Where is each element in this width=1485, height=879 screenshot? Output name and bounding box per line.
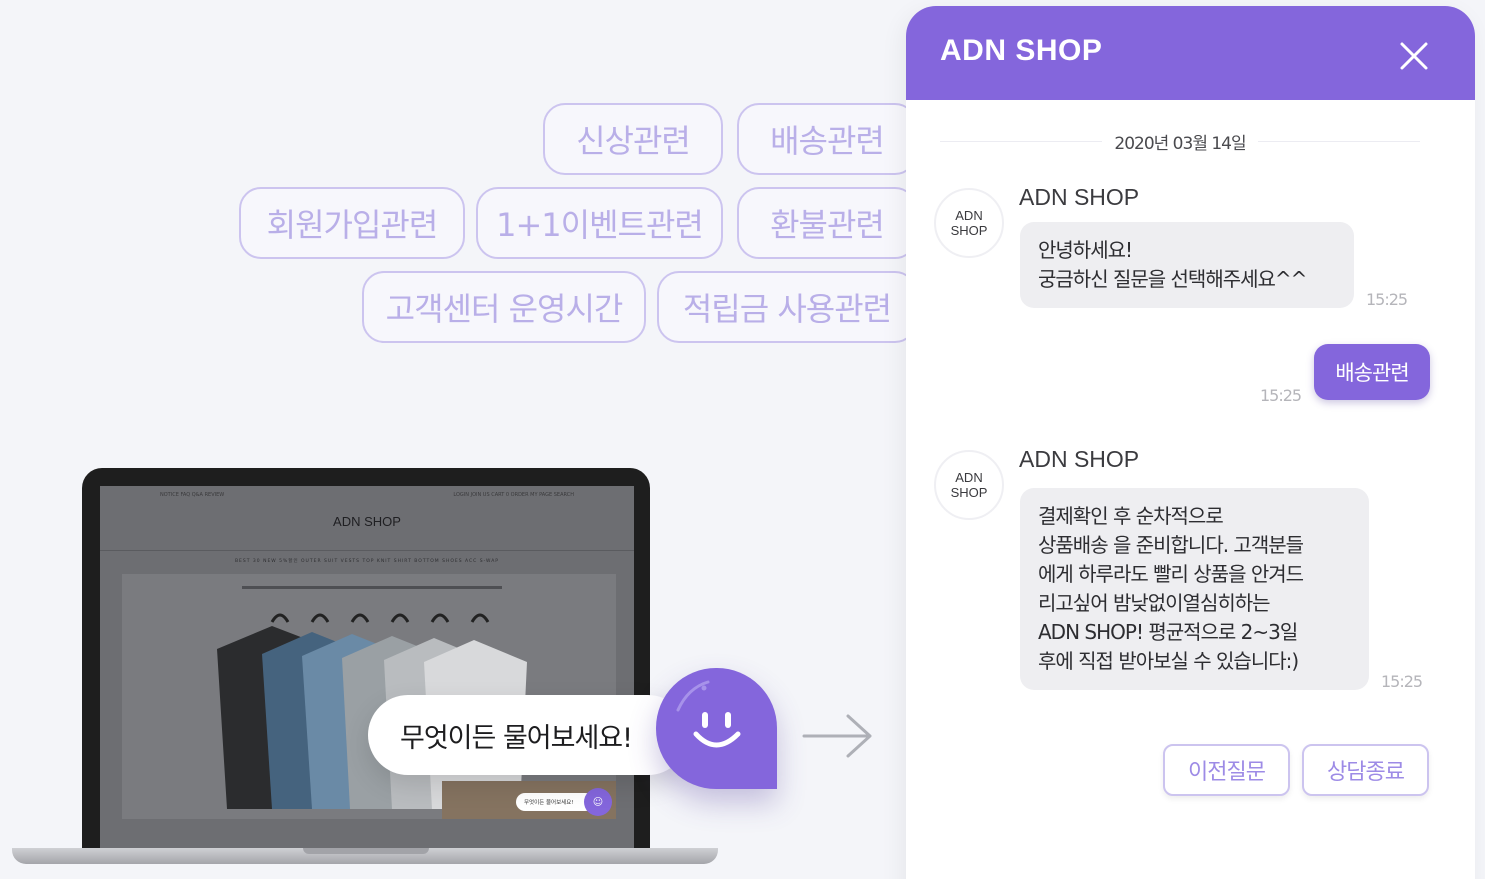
chip-points[interactable]: 적립금 사용관련 <box>657 271 917 343</box>
chip-new-items[interactable]: 신상관련 <box>543 103 723 175</box>
mini-category-menu: BEST 30 NEW 5%할인 OUTER SUIT VESTS TOP KN… <box>234 559 500 564</box>
chat-header: ADN SHOP <box>906 6 1475 100</box>
shop-avatar: ADN SHOP <box>934 188 1004 258</box>
date-line-left <box>940 140 1103 142</box>
previous-question-button[interactable]: 이전질문 <box>1163 744 1290 796</box>
laptop-display: NOTICE FAQ Q&A REVIEW LOGIN JOIN US CART… <box>100 486 634 849</box>
bot-message-shipping-info: 결제확인 후 순차적으로 상품배송 을 준비합니다. 고객분들 에게 하루라도 … <box>1020 488 1369 690</box>
message-time: 15:25 <box>1381 672 1423 691</box>
ask-anything-bubble: 무엇이든 물어보세요! <box>368 695 688 775</box>
greeting-line: 궁금하신 질문을 선택해주세요^^ <box>1038 267 1307 291</box>
message-line: 결제확인 후 순차적으로 <box>1038 504 1224 528</box>
mini-nav-right: LOGIN JOIN US CART 0 ORDER MY PAGE SEARC… <box>453 492 574 498</box>
date-line-right <box>1257 140 1421 142</box>
chatbot-launcher-button[interactable] <box>656 668 777 789</box>
date-divider: 2020년 03월 14일 <box>940 124 1421 158</box>
laptop-notch <box>303 848 429 854</box>
message-line: ADN SHOP! 평균적으로 2~3일 <box>1038 620 1298 644</box>
mini-chat-bubble: 무엇이든 물어보세요! <box>516 793 594 811</box>
chat-panel: ADN SHOP 2020년 03월 14일 ADN SHOP ADN SHOP… <box>906 6 1475 879</box>
message-line: 상품배송 을 준비합니다. 고객분들 <box>1038 533 1304 557</box>
chip-shipping[interactable]: 배송관련 <box>737 103 917 175</box>
greeting-line: 안녕하세요! <box>1038 238 1133 262</box>
bot-message-greeting: 안녕하세요! 궁금하신 질문을 선택해주세요^^ <box>1020 222 1354 308</box>
end-consultation-button[interactable]: 상담종료 <box>1302 744 1429 796</box>
shop-avatar: ADN SHOP <box>934 450 1004 520</box>
message-line: 에게 하루라도 빨리 상품을 안겨드 <box>1038 562 1304 586</box>
chat-date: 2020년 03월 14일 <box>1114 133 1246 154</box>
laptop-screen: NOTICE FAQ Q&A REVIEW LOGIN JOIN US CART… <box>82 468 650 852</box>
avatar-text: ADN SHOP <box>950 470 988 500</box>
mini-divider <box>100 550 634 551</box>
chip-cs-hours[interactable]: 고객센터 운영시간 <box>362 271 646 343</box>
message-time: 15:25 <box>1260 386 1302 405</box>
mini-chatbot-icon: ☺ <box>584 788 612 816</box>
chat-title: ADN SHOP <box>940 34 1103 67</box>
sender-name: ADN SHOP <box>1019 184 1140 210</box>
mini-nav-left: NOTICE FAQ Q&A REVIEW <box>160 492 225 498</box>
message-time: 15:25 <box>1366 290 1408 309</box>
chip-refund[interactable]: 환불관련 <box>737 187 917 259</box>
user-message-shipping: 배송관련 <box>1314 344 1430 400</box>
message-line: 리고싶어 밤낮없이열심히하는 <box>1038 591 1271 615</box>
chip-signup[interactable]: 회원가입관련 <box>239 187 465 259</box>
mini-shop-logo: ADN SHOP <box>333 514 401 529</box>
message-line: 후에 직접 받아보실 수 있습니다:) <box>1038 649 1299 673</box>
arrow-right-icon <box>802 714 872 758</box>
sender-name: ADN SHOP <box>1019 446 1140 472</box>
chip-one-plus-one[interactable]: 1+1이벤트관련 <box>476 187 723 259</box>
close-icon[interactable] <box>1396 38 1432 74</box>
mini-top-nav: NOTICE FAQ Q&A REVIEW LOGIN JOIN US CART… <box>100 492 634 502</box>
avatar-text: ADN SHOP <box>950 208 988 238</box>
smile-face-icon <box>676 680 741 748</box>
